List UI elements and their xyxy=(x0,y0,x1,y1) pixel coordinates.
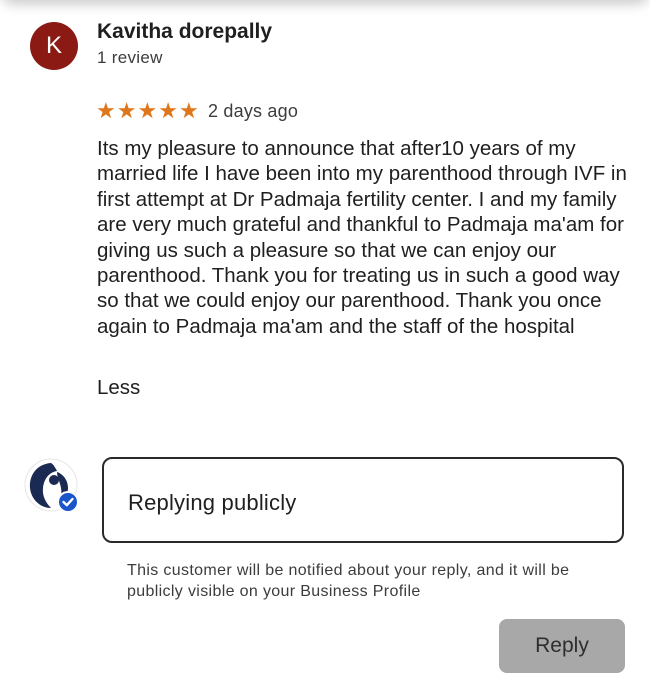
reply-placeholder: Replying publicly xyxy=(128,490,297,515)
star-icon: ★ xyxy=(116,98,137,123)
verified-badge-icon xyxy=(57,491,79,513)
review-count: 1 review xyxy=(97,48,163,67)
review-date: 2 days ago xyxy=(208,101,299,121)
reviewer-name[interactable]: Kavitha dorepally xyxy=(97,20,272,44)
review-text: Its my pleasure to announce that after10… xyxy=(97,137,627,338)
avatar-initial: K xyxy=(45,32,62,59)
star-icon: ★ xyxy=(137,98,158,123)
star-icon: ★ xyxy=(96,98,116,123)
reviewer-avatar[interactable]: K xyxy=(30,22,78,70)
reply-visibility-notice: This customer will be notified about you… xyxy=(127,562,570,600)
star-rating: ★ ★ ★ ★ ★ xyxy=(96,98,199,124)
less-link[interactable]: Less xyxy=(97,376,140,400)
star-icon: ★ xyxy=(178,98,199,123)
star-icon: ★ xyxy=(158,98,178,123)
business-profile-avatar xyxy=(24,458,79,513)
reply-button[interactable]: Reply xyxy=(499,619,625,673)
reply-input[interactable]: Replying publicly xyxy=(102,457,624,543)
